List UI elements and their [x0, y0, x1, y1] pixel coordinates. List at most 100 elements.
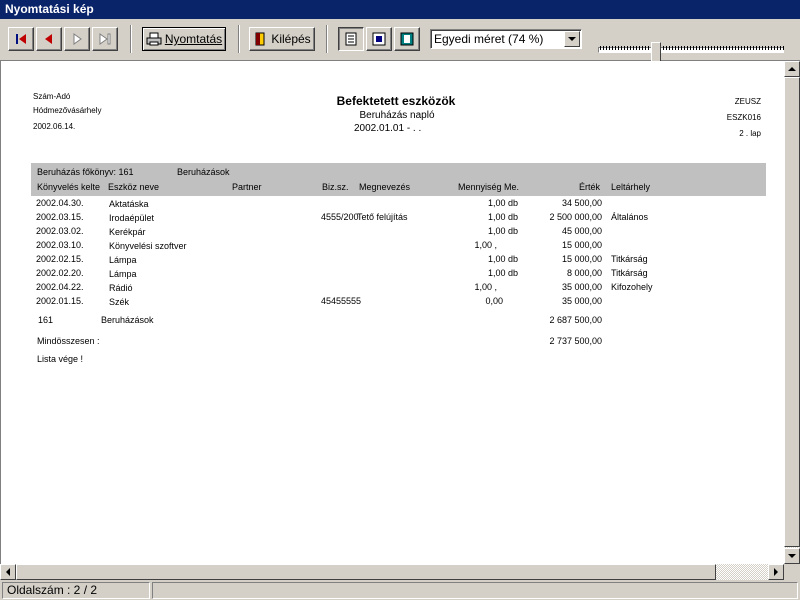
subtotal-value: 2 687 500,00: [549, 315, 602, 325]
group-label: Beruházás főkönyv: 161: [37, 167, 134, 177]
status-pane-empty: [152, 582, 798, 599]
row-asset: Lámpa: [109, 255, 137, 265]
scroll-left-button[interactable]: [0, 564, 16, 580]
last-page-icon: [99, 33, 111, 45]
previous-page-button[interactable]: [36, 27, 62, 51]
exit-button[interactable]: Kilépés: [249, 27, 315, 51]
report-user: ZEUSZ: [734, 97, 761, 106]
row-date: 2002.03.10.: [36, 240, 84, 250]
page-number-status: Oldalszám : 2 / 2: [2, 582, 150, 599]
row-qty: 1,00 db: [487, 226, 518, 236]
row-date: 2002.04.30.: [36, 198, 84, 208]
scrollbar-corner: [784, 564, 800, 580]
row-date: 2002.03.15.: [36, 212, 84, 222]
arrow-down-icon: [788, 553, 796, 558]
report-subtitle: Beruházás napló: [359, 110, 435, 121]
group-name: Beruházások: [177, 167, 230, 177]
print-button[interactable]: Nyomtatás: [142, 27, 226, 51]
page-width-view-button[interactable]: [394, 27, 420, 51]
report-page: 2 . lap: [739, 129, 761, 138]
row-value: 15 000,00: [561, 240, 602, 250]
row-location: Kifozohely: [611, 282, 653, 292]
row-asset: Könyvelési szoftver: [109, 241, 187, 251]
arrow-right-icon: [773, 568, 778, 576]
zoom-select-value: Egyedi méret (74 %): [434, 32, 544, 46]
row-date: 2002.01.15.: [36, 296, 84, 306]
vertical-scroll-thumb[interactable]: [784, 77, 800, 547]
row-asset: Szék: [109, 297, 130, 307]
row-qty: 0,00: [485, 296, 503, 306]
chevron-down-icon: [568, 36, 576, 41]
column-header: Érték: [578, 182, 600, 192]
scroll-down-button[interactable]: [784, 548, 800, 564]
toolbar-separator: [130, 25, 132, 53]
row-doc: 45455555: [321, 296, 362, 306]
scroll-up-button[interactable]: [784, 61, 800, 77]
row-qty: 1,00 ,: [474, 282, 497, 292]
row-date: 2002.03.02.: [36, 226, 84, 236]
first-page-button[interactable]: [8, 27, 34, 51]
row-value: 45 000,00: [561, 226, 602, 236]
one-page-icon: [345, 32, 357, 46]
row-qty: 1,00 db: [487, 198, 518, 208]
status-bar: Oldalszám : 2 / 2: [0, 580, 800, 600]
exit-button-label: Kilépés: [271, 32, 311, 46]
zoom-select[interactable]: Egyedi méret (74 %): [430, 29, 582, 49]
row-asset: Rádió: [109, 283, 133, 293]
zoom-dropdown-button[interactable]: [564, 31, 580, 47]
subtotal-name: Beruházások: [101, 315, 154, 325]
row-qty: 1,00 db: [487, 268, 518, 278]
vertical-scrollbar[interactable]: [784, 61, 800, 564]
next-page-button[interactable]: [64, 27, 90, 51]
row-value: 35 000,00: [561, 296, 602, 306]
next-page-icon: [73, 33, 82, 45]
grand-total-label: Mindösszesen :: [37, 336, 100, 346]
report-title: Befektetett eszközök: [336, 94, 456, 108]
row-date: 2002.02.15.: [36, 254, 84, 264]
print-button-label: Nyomtatás: [164, 32, 223, 46]
row-value: 2 500 000,00: [549, 212, 602, 222]
horizontal-scrollbar[interactable]: [0, 564, 784, 580]
last-page-button[interactable]: [92, 27, 118, 51]
printer-icon: [146, 32, 162, 46]
previous-page-icon: [45, 34, 52, 44]
row-qty: 1,00 ,: [474, 240, 497, 250]
scroll-right-button[interactable]: [768, 564, 784, 580]
report-date: 2002.06.14.: [33, 122, 76, 131]
row-asset: Irodaépület: [109, 213, 155, 223]
row-location: Általános: [611, 212, 649, 222]
preview-page: Szám-Adó Hódmezővásárhely 2002.06.14. Be…: [0, 61, 784, 564]
row-value: 15 000,00: [561, 254, 602, 264]
row-desc: Tető felújítás: [357, 212, 408, 222]
subtotal-code: 161: [38, 315, 54, 325]
column-header: Mennyiség Me.: [458, 182, 520, 192]
door-exit-icon: [255, 32, 265, 46]
column-header: Megnevezés: [359, 182, 411, 192]
row-date: 2002.04.22.: [36, 282, 84, 292]
window-title: Nyomtatási kép: [0, 0, 800, 19]
horizontal-scroll-thumb[interactable]: [16, 564, 716, 580]
column-header: Partner: [232, 182, 262, 192]
grand-total-value: 2 737 500,00: [549, 336, 602, 346]
first-page-icon: [16, 34, 26, 44]
row-date: 2002.02.20.: [36, 268, 84, 278]
toolbar-separator: [238, 25, 240, 53]
row-location: Titkárság: [611, 254, 648, 264]
column-header: Leltárhely: [611, 182, 651, 192]
row-qty: 1,00 db: [487, 254, 518, 264]
fit-page-view-button[interactable]: [366, 27, 392, 51]
page-width-icon: [400, 32, 414, 46]
row-value: 34 500,00: [561, 198, 602, 208]
row-asset: Kerékpár: [109, 227, 146, 237]
column-header: Eszköz neve: [108, 182, 160, 192]
list-end-text: Lista vége !: [37, 354, 84, 364]
row-asset: Aktatáska: [109, 199, 149, 209]
row-doc: 4555/200: [321, 212, 359, 222]
zoom-slider-thumb[interactable]: [651, 42, 661, 62]
row-asset: Lámpa: [109, 269, 137, 279]
toolbar-separator: [326, 25, 328, 53]
row-qty: 1,00 db: [487, 212, 518, 222]
one-page-view-button[interactable]: [338, 27, 364, 51]
row-value: 8 000,00: [566, 268, 602, 278]
fit-page-icon: [372, 32, 386, 46]
